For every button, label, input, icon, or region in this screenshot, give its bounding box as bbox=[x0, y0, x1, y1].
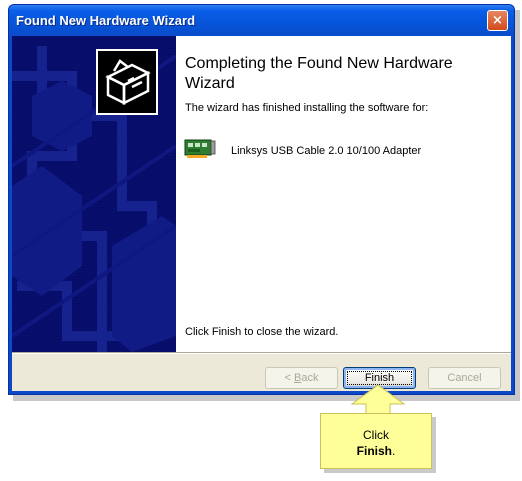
close-icon: × bbox=[492, 13, 503, 28]
finish-instruction: Click Finish to close the wizard. bbox=[185, 326, 339, 338]
window-title: Found New Hardware Wizard bbox=[16, 13, 196, 28]
callout-line2: Finish. bbox=[321, 443, 431, 459]
focus-ring bbox=[347, 371, 412, 385]
wizard-window: Found New Hardware Wizard × Completing t… bbox=[8, 4, 515, 395]
dialog-client-area: Completing the Found New Hardware Wizard… bbox=[12, 36, 511, 391]
close-button[interactable]: × bbox=[487, 10, 508, 31]
back-button[interactable]: < Back bbox=[265, 367, 338, 389]
network-adapter-icon bbox=[184, 137, 216, 159]
button-separator bbox=[12, 352, 511, 354]
wizard-content: Completing the Found New Hardware Wizard… bbox=[176, 36, 511, 352]
instruction-callout: Click Finish. bbox=[320, 413, 432, 469]
wizard-intro-text: The wizard has finished installing the s… bbox=[185, 102, 429, 114]
callout-emphasis: Finish bbox=[356, 444, 392, 458]
title-bar[interactable]: Found New Hardware Wizard × bbox=[9, 5, 514, 36]
callout-tail: . bbox=[392, 444, 396, 458]
arrow-up-icon bbox=[350, 384, 406, 416]
callout-line1: Click bbox=[363, 428, 389, 442]
cancel-label: Cancel bbox=[447, 372, 482, 384]
back-label-rest: ack bbox=[301, 372, 319, 384]
hardware-wizard-icon bbox=[96, 49, 158, 115]
wizard-heading: Completing the Found New Hardware Wizard bbox=[185, 55, 453, 92]
wizard-side-banner bbox=[12, 36, 176, 352]
back-prefix: < bbox=[284, 372, 294, 384]
device-name: Linksys USB Cable 2.0 10/100 Adapter bbox=[231, 145, 422, 157]
cancel-button[interactable]: Cancel bbox=[428, 367, 501, 389]
